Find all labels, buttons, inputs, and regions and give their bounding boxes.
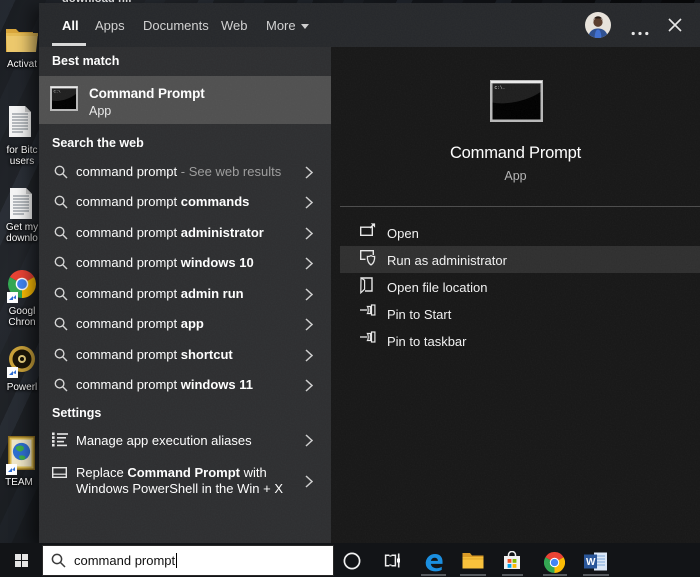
- svg-text:C:\: C:\: [54, 90, 62, 95]
- svg-text:W: W: [586, 557, 596, 568]
- svg-text:C:\.: C:\.: [495, 85, 506, 91]
